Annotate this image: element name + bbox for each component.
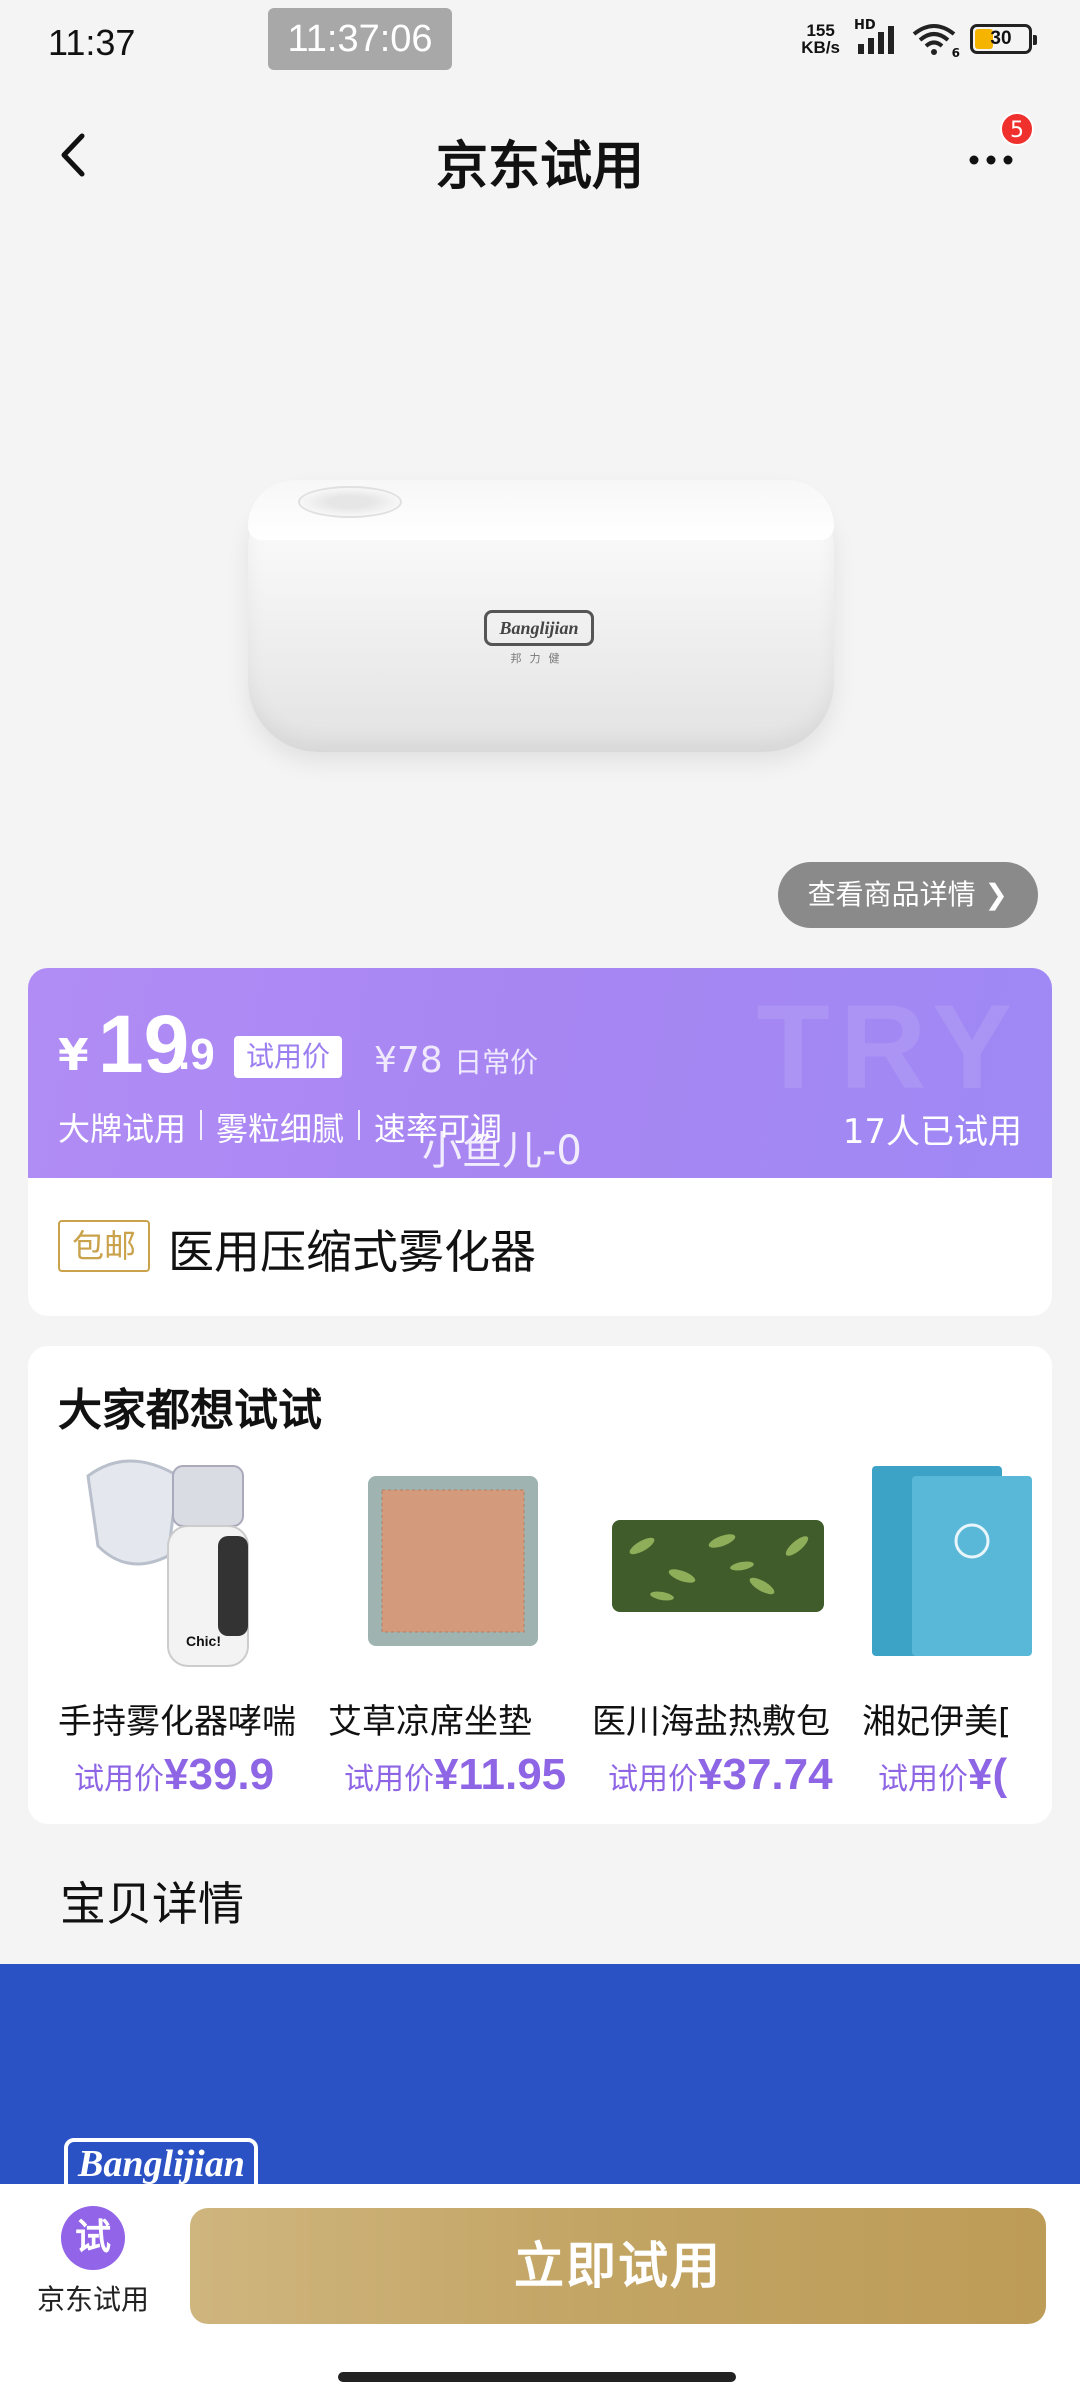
trial-price-label: 试用价: [344, 1762, 434, 1797]
details-heading: 宝贝详情: [60, 1877, 244, 1931]
recommendations-card: 大家都想试试 Chic! 手持雾化器哮喘 试用价¥39.9 艾草凉席坐垫 试用价…: [28, 1346, 1052, 1824]
svg-text:Chic!: Chic!: [186, 1633, 221, 1649]
status-time: 11:37: [48, 22, 136, 63]
brand-logo: Banglijian: [484, 610, 594, 646]
original-price-value: ¥78: [374, 1040, 443, 1081]
trial-icon: 试: [61, 2206, 125, 2270]
user-overlay-text: 小鱼儿-0: [422, 1128, 582, 1174]
clock-overlay: 11:37:06: [268, 8, 452, 70]
bottom-action-bar: 试 京东试用 立即试用: [0, 2184, 1080, 2400]
trial-price-value: ¥39.9: [164, 1750, 275, 1799]
banner-logo: Banglijian: [64, 2138, 258, 2184]
trial-price-value: ¥37.74: [698, 1750, 833, 1799]
seat-cushion-image: [368, 1476, 538, 1646]
battery-icon: 30: [970, 24, 1037, 54]
network-speed: 155 KB/s: [801, 22, 840, 56]
top-nav: 京东试用 5: [0, 100, 1080, 210]
trial-price-label: 试用价: [878, 1762, 968, 1797]
jd-trial-home-button[interactable]: 试 京东试用: [30, 2206, 156, 2326]
trial-home-label: 京东试用: [36, 2283, 149, 2316]
try-now-button[interactable]: 立即试用: [190, 2208, 1046, 2324]
device-knob: [298, 486, 402, 518]
product-name: 医用压缩式雾化器: [168, 1225, 536, 1279]
signal-icon: HD: [854, 18, 898, 56]
recommendation-price: 试用价¥11.95: [344, 1750, 566, 1800]
feature-item: 雾粒细腻: [216, 1110, 345, 1148]
trial-price-value: ¥11.95: [434, 1750, 567, 1799]
free-shipping-badge: 包邮: [58, 1220, 150, 1272]
cosmetic-box-image: [872, 1466, 1032, 1656]
battery-level: 30: [990, 28, 1012, 49]
price-decimal: .9: [178, 1030, 215, 1079]
page-title: 京东试用: [435, 137, 644, 197]
view-details-button[interactable]: 查看商品详情 ❯: [777, 862, 1038, 928]
network-speed-value: 155: [806, 21, 835, 40]
trial-price-value: ¥(: [968, 1750, 1008, 1799]
nebulizer-image: Chic!: [86, 1459, 249, 1667]
recommendation-item[interactable]: 湘妃伊美[ 试用价¥(: [862, 1446, 1052, 1806]
product-image: Banglijian 邦力健: [248, 480, 834, 752]
original-price: ¥78 日常价: [374, 1040, 538, 1081]
product-title-card: 包邮 医用压缩式雾化器: [28, 1178, 1052, 1316]
product-image-area[interactable]: Banglijian 邦力健 查看商品详情 ❯: [0, 210, 1080, 950]
home-indicator[interactable]: [338, 2372, 736, 2382]
wifi-label: 6: [951, 46, 960, 60]
recommendations-list[interactable]: Chic! 手持雾化器哮喘 试用价¥39.9 艾草凉席坐垫 试用价¥11.95: [58, 1446, 1052, 1806]
recommendations-title: 大家都想试试: [58, 1385, 322, 1436]
more-button[interactable]: 5: [954, 112, 1034, 188]
recommendation-name: 艾草凉席坐垫: [328, 1702, 532, 1742]
trial-price-label: 试用价: [608, 1762, 698, 1797]
trial-price-tag: 试用价: [234, 1036, 343, 1078]
recommendation-price: 试用价¥(: [878, 1750, 1007, 1800]
recommendation-price: 试用价¥39.9: [74, 1750, 274, 1800]
recommendation-price: 试用价¥37.74: [608, 1750, 833, 1800]
notification-badge: 5: [1000, 112, 1034, 146]
recommendation-item[interactable]: 艾草凉席坐垫 试用价¥11.95: [328, 1446, 578, 1806]
recommendation-name: 手持雾化器哮喘: [58, 1702, 296, 1742]
price-integer: 19: [98, 999, 190, 1090]
recommendation-item[interactable]: 医川海盐热敷包 试用价¥37.74: [592, 1446, 842, 1806]
network-speed-unit: KB/s: [801, 38, 840, 57]
wifi-icon: 6: [912, 22, 960, 60]
price-watermark: TRY: [756, 980, 1022, 1114]
trial-price-label: 试用价: [74, 1762, 164, 1797]
tried-count: 17人已试用: [842, 1112, 1022, 1152]
recommendation-name: 湘妃伊美[: [862, 1702, 1012, 1742]
detail-banner: Banglijian: [0, 1964, 1080, 2184]
feature-item: 大牌试用: [58, 1110, 187, 1148]
price-currency: ¥: [58, 1030, 89, 1081]
brand-logo-sub: 邦力健: [510, 652, 568, 665]
heat-pack-image: [612, 1520, 824, 1612]
recommendation-item[interactable]: Chic! 手持雾化器哮喘 试用价¥39.9: [58, 1446, 308, 1806]
recommendation-name: 医川海盐热敷包: [592, 1702, 830, 1742]
original-price-label: 日常价: [454, 1046, 539, 1079]
price-card: TRY ¥ 19 .9 试用价 ¥78 日常价 大牌试用 雾粒细腻 速率可调 1…: [28, 968, 1052, 1178]
status-icons: 155 KB/s HD 6 30: [801, 18, 1037, 60]
status-bar: 11:37 11:37:06 155 KB/s HD 6 30: [0, 0, 1080, 90]
